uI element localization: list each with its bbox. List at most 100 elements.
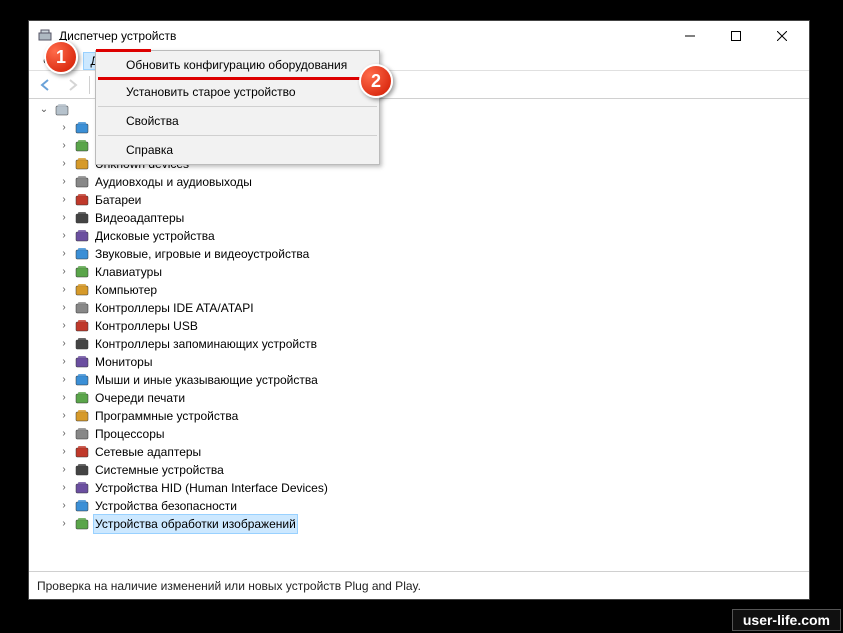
tree-item[interactable]: › Компьютер <box>31 281 809 299</box>
tree-item[interactable]: › Контроллеры IDE ATA/ATAPI <box>31 299 809 317</box>
device-category-icon <box>74 228 90 244</box>
expander-icon[interactable]: ⌄ <box>37 103 51 117</box>
tree-item-label[interactable]: Системные устройства <box>93 461 226 479</box>
tree-item-label[interactable]: Контроллеры IDE ATA/ATAPI <box>93 299 256 317</box>
tree-item[interactable]: › Системные устройства <box>31 461 809 479</box>
tree-item-label[interactable]: Аудиовходы и аудиовыходы <box>93 173 254 191</box>
tree-item[interactable]: › Дисковые устройства <box>31 227 809 245</box>
device-category-icon <box>74 246 90 262</box>
tree-item-label[interactable]: Контроллеры USB <box>93 317 200 335</box>
expander-icon[interactable]: › <box>57 481 71 495</box>
back-button[interactable] <box>35 74 57 96</box>
tree-item-label[interactable]: Сетевые адаптеры <box>93 443 203 461</box>
menu-help[interactable]: Справка <box>98 138 377 162</box>
tree-item-label[interactable]: Устройства обработки изображений <box>93 514 298 534</box>
expander-icon[interactable]: › <box>57 229 71 243</box>
device-tree-panel: ⌄›Bluetooth›Unknown devices›Unknown devi… <box>29 99 809 571</box>
expander-icon[interactable]: › <box>57 139 71 153</box>
device-category-icon <box>74 336 90 352</box>
tree-item[interactable]: › Процессоры <box>31 425 809 443</box>
tree-item[interactable]: › Видеоадаптеры <box>31 209 809 227</box>
tree-item-label[interactable]: Устройства HID (Human Interface Devices) <box>93 479 330 497</box>
tree-item[interactable]: › Контроллеры запоминающих устройств <box>31 335 809 353</box>
expander-icon[interactable]: › <box>57 463 71 477</box>
device-category-icon <box>74 210 90 226</box>
tree-item-label[interactable]: Дисковые устройства <box>93 227 217 245</box>
expander-icon[interactable]: › <box>57 445 71 459</box>
expander-icon[interactable]: › <box>57 517 71 531</box>
tree-item[interactable]: › Звуковые, игровые и видеоустройства <box>31 245 809 263</box>
tree-item[interactable]: › Сетевые адаптеры <box>31 443 809 461</box>
tree-item-label[interactable]: Батареи <box>93 191 143 209</box>
device-category-icon <box>74 192 90 208</box>
device-category-icon <box>74 354 90 370</box>
expander-icon[interactable]: › <box>57 211 71 225</box>
close-button[interactable] <box>759 22 805 50</box>
expander-icon[interactable]: › <box>57 391 71 405</box>
menu-separator <box>98 135 377 136</box>
device-category-icon <box>74 372 90 388</box>
menu-scan-hardware[interactable]: Обновить конфигурацию оборудования <box>98 53 377 80</box>
tree-item-label[interactable]: Программные устройства <box>93 407 240 425</box>
maximize-button[interactable] <box>713 22 759 50</box>
tree-item[interactable]: › Устройства обработки изображений <box>31 515 809 533</box>
tree-item[interactable]: › Контроллеры USB <box>31 317 809 335</box>
device-category-icon <box>74 318 90 334</box>
tree-item-label[interactable]: Процессоры <box>93 425 167 443</box>
device-category-icon <box>74 408 90 424</box>
tree-item[interactable]: › Устройства HID (Human Interface Devices… <box>31 479 809 497</box>
expander-icon[interactable]: › <box>57 499 71 513</box>
device-category-icon <box>74 480 90 496</box>
expander-icon[interactable]: › <box>57 175 71 189</box>
device-category-icon <box>74 264 90 280</box>
expander-icon[interactable]: › <box>57 121 71 135</box>
tree-item-label[interactable]: Видеоадаптеры <box>93 209 186 227</box>
statusbar: Проверка на наличие изменений или новых … <box>29 571 809 599</box>
tree-item[interactable]: › Клавиатуры <box>31 263 809 281</box>
toolbar-separator <box>89 76 90 94</box>
expander-icon[interactable]: › <box>57 319 71 333</box>
tree-item[interactable]: › Аудиовходы и аудиовыходы <box>31 173 809 191</box>
app-icon <box>37 28 53 44</box>
tree-item-label[interactable]: Устройства безопасности <box>93 497 239 515</box>
device-category-icon <box>74 174 90 190</box>
expander-icon[interactable]: › <box>57 337 71 351</box>
tree-item-label[interactable]: Очереди печати <box>93 389 187 407</box>
expander-icon[interactable]: › <box>57 157 71 171</box>
tree-item[interactable]: › Батареи <box>31 191 809 209</box>
expander-icon[interactable]: › <box>57 283 71 297</box>
minimize-button[interactable] <box>667 22 713 50</box>
tree-item-label[interactable]: Мониторы <box>93 353 154 371</box>
tree-item-label[interactable]: Звуковые, игровые и видеоустройства <box>93 245 311 263</box>
device-category-icon <box>74 498 90 514</box>
device-category-icon <box>74 156 90 172</box>
tree-item-label[interactable]: Контроллеры запоминающих устройств <box>93 335 319 353</box>
tree-item-label[interactable]: Мыши и иные указывающие устройства <box>93 371 320 389</box>
expander-icon[interactable]: › <box>57 301 71 315</box>
tree-item[interactable]: › Мыши и иные указывающие устройства <box>31 371 809 389</box>
annotation-badge-1: 1 <box>44 40 78 74</box>
menu-add-legacy[interactable]: Установить старое устройство <box>98 80 377 104</box>
forward-button[interactable] <box>61 74 83 96</box>
tree-item[interactable]: › Программные устройства <box>31 407 809 425</box>
tree-item[interactable]: › Мониторы <box>31 353 809 371</box>
device-category-icon <box>74 426 90 442</box>
expander-icon[interactable]: › <box>57 409 71 423</box>
tree-item[interactable]: › Очереди печати <box>31 389 809 407</box>
device-category-icon <box>74 444 90 460</box>
expander-icon[interactable]: › <box>57 247 71 261</box>
device-tree[interactable]: ⌄›Bluetooth›Unknown devices›Unknown devi… <box>31 101 809 533</box>
expander-icon[interactable]: › <box>57 427 71 441</box>
annotation-badge-2: 2 <box>359 64 393 98</box>
titlebar: Диспетчер устройств <box>29 21 809 51</box>
expander-icon[interactable]: › <box>57 193 71 207</box>
menu-properties[interactable]: Свойства <box>98 109 377 133</box>
expander-icon[interactable]: › <box>57 355 71 369</box>
device-category-icon <box>74 390 90 406</box>
expander-icon[interactable]: › <box>57 265 71 279</box>
tree-item-label[interactable]: Компьютер <box>93 281 159 299</box>
tree-item[interactable]: › Устройства безопасности <box>31 497 809 515</box>
device-category-icon <box>74 282 90 298</box>
tree-item-label[interactable]: Клавиатуры <box>93 263 164 281</box>
expander-icon[interactable]: › <box>57 373 71 387</box>
